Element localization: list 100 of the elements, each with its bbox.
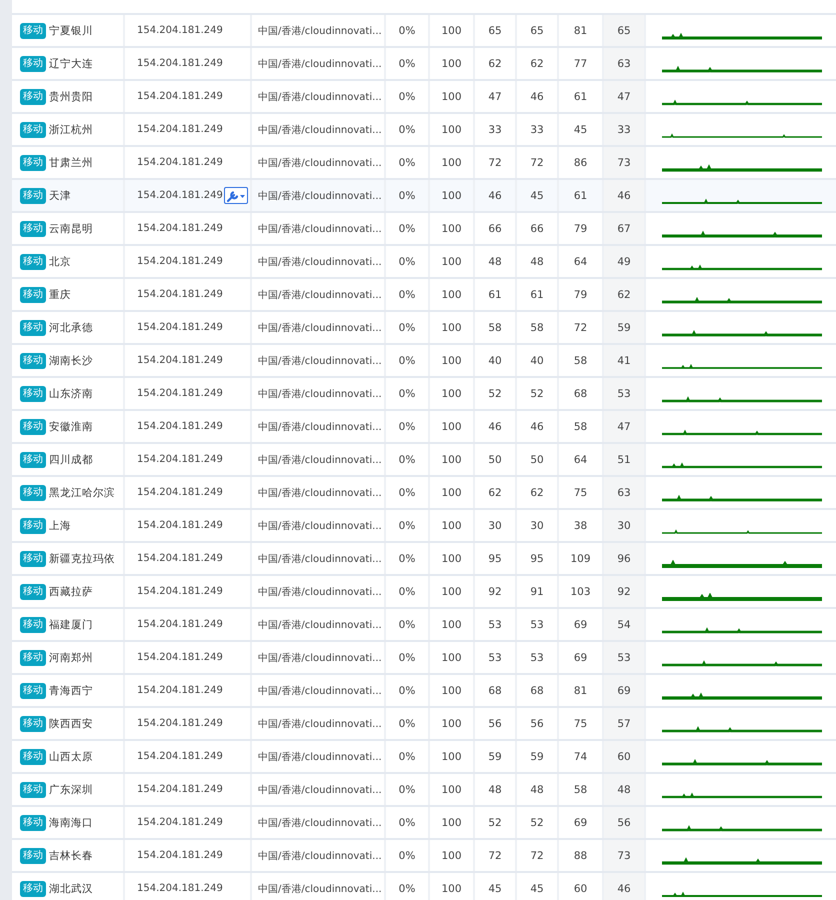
table-cell: 100 — [430, 444, 475, 475]
location-cell: 中国/香港/cloudinnovati... — [252, 609, 386, 640]
table-cell: 92 — [475, 576, 517, 607]
table-cell: 0% — [386, 378, 430, 409]
location-cell: 中国/香港/cloudinnovati... — [252, 246, 386, 277]
ip-address: 154.204.181.249 — [137, 256, 223, 267]
location-cell: 中国/香港/cloudinnovati... — [252, 708, 386, 739]
city-name: 青海西宁 — [49, 684, 93, 698]
table-cell: 100 — [430, 675, 475, 706]
location-cell: 中国/香港/cloudinnovati... — [252, 576, 386, 607]
ip-address: 154.204.181.249 — [137, 718, 223, 729]
location-cell: 中国/香港/cloudinnovati... — [252, 147, 386, 178]
ip-address: 154.204.181.249 — [137, 190, 223, 201]
carrier-tag: 移动 — [20, 518, 46, 534]
table-cell: 54 — [604, 609, 646, 640]
table-cell: 40 — [475, 345, 517, 376]
table-cell: 57 — [604, 708, 646, 739]
table-cell: 48 — [475, 774, 517, 805]
table-cell: 100 — [430, 378, 475, 409]
table-cell: 53 — [604, 378, 646, 409]
table-cell: 0% — [386, 873, 430, 900]
city-name: 河南郑州 — [49, 650, 93, 664]
table-cell: 48 — [517, 246, 559, 277]
city-name: 贵州贵阳 — [49, 90, 93, 104]
table-cell: 100 — [430, 180, 475, 211]
ip-address: 154.204.181.249 — [137, 685, 223, 696]
location-cell: 中国/香港/cloudinnovati... — [252, 774, 386, 805]
location-cell: 中国/香港/cloudinnovati... — [252, 48, 386, 79]
carrier-tag: 移动 — [20, 122, 46, 138]
table-cell: 100 — [430, 543, 475, 574]
ip-address: 154.204.181.249 — [137, 124, 223, 135]
city-name: 重庆 — [49, 288, 71, 302]
carrier-tag: 移动 — [20, 484, 46, 500]
table-cell: 45 — [517, 180, 559, 211]
ip-address: 154.204.181.249 — [137, 751, 223, 762]
ip-address: 154.204.181.249 — [137, 223, 223, 234]
table-cell: 72 — [517, 147, 559, 178]
table-cell: 63 — [604, 48, 646, 79]
table-cell: 48 — [604, 774, 646, 805]
table-cell: 56 — [517, 708, 559, 739]
table-cell: 100 — [430, 279, 475, 310]
table-cell: 100 — [430, 246, 475, 277]
table-cell: 47 — [475, 81, 517, 112]
city-name: 北京 — [49, 254, 71, 268]
table-cell: 100 — [430, 576, 475, 607]
carrier-tag: 移动 — [20, 254, 46, 270]
carrier-tag: 移动 — [20, 56, 46, 72]
city-name: 辽宁大连 — [49, 56, 93, 70]
table-cell: 60 — [604, 741, 646, 772]
location-cell: 中国/香港/cloudinnovati... — [252, 477, 386, 508]
city-name: 山西太原 — [49, 750, 93, 764]
city-name: 福建厦门 — [49, 618, 93, 632]
ip-address: 154.204.181.249 — [137, 157, 223, 168]
table-cell: 100 — [430, 48, 475, 79]
ip-address: 154.204.181.249 — [137, 817, 223, 828]
city-name: 河北承德 — [49, 320, 93, 334]
table-cell: 46 — [604, 180, 646, 211]
table-cell: 0% — [386, 609, 430, 640]
location-cell: 中国/香港/cloudinnovati... — [252, 642, 386, 673]
location-cell: 中国/香港/cloudinnovati... — [252, 345, 386, 376]
city-name: 广东深圳 — [49, 782, 93, 796]
ip-address: 154.204.181.249 — [137, 454, 223, 465]
table-cell: 41 — [604, 345, 646, 376]
ip-address: 154.204.181.249 — [137, 883, 223, 894]
table-cell: 0% — [386, 807, 430, 838]
table-cell: 0% — [386, 81, 430, 112]
table-cell: 48 — [517, 774, 559, 805]
ip-address: 154.204.181.249 — [137, 652, 223, 663]
carrier-tag: 移动 — [20, 154, 46, 170]
table-cell: 33 — [517, 114, 559, 145]
table-cell: 53 — [475, 642, 517, 673]
table-cell: 0% — [386, 576, 430, 607]
table-cell: 59 — [475, 741, 517, 772]
table-cell: 0% — [386, 345, 430, 376]
table-cell: 53 — [475, 609, 517, 640]
table-cell: 100 — [430, 873, 475, 900]
location-cell: 中国/香港/cloudinnovati... — [252, 15, 386, 46]
city-name: 新疆克拉玛依 — [49, 552, 115, 566]
ip-address: 154.204.181.249 — [137, 520, 223, 531]
location-cell: 中国/香港/cloudinnovati... — [252, 81, 386, 112]
table-cell: 53 — [517, 642, 559, 673]
table-cell: 0% — [386, 675, 430, 706]
ip-address: 154.204.181.249 — [137, 388, 223, 399]
table-cell: 46 — [517, 411, 559, 442]
city-name: 黑龙江哈尔滨 — [49, 486, 115, 500]
carrier-tag: 移动 — [20, 386, 46, 402]
table-cell: 63 — [604, 477, 646, 508]
table-cell: 0% — [386, 411, 430, 442]
table-cell: 47 — [604, 411, 646, 442]
table-cell: 50 — [475, 444, 517, 475]
location-cell: 中国/香港/cloudinnovati... — [252, 741, 386, 772]
table-cell: 40 — [517, 345, 559, 376]
location-cell: 中国/香港/cloudinnovati... — [252, 543, 386, 574]
table-cell: 62 — [517, 477, 559, 508]
table-cell: 0% — [386, 114, 430, 145]
table-cell: 30 — [517, 510, 559, 541]
carrier-tag: 移动 — [20, 616, 46, 632]
ip-address: 154.204.181.249 — [137, 58, 223, 69]
table-cell: 33 — [475, 114, 517, 145]
city-name: 云南昆明 — [49, 222, 93, 236]
